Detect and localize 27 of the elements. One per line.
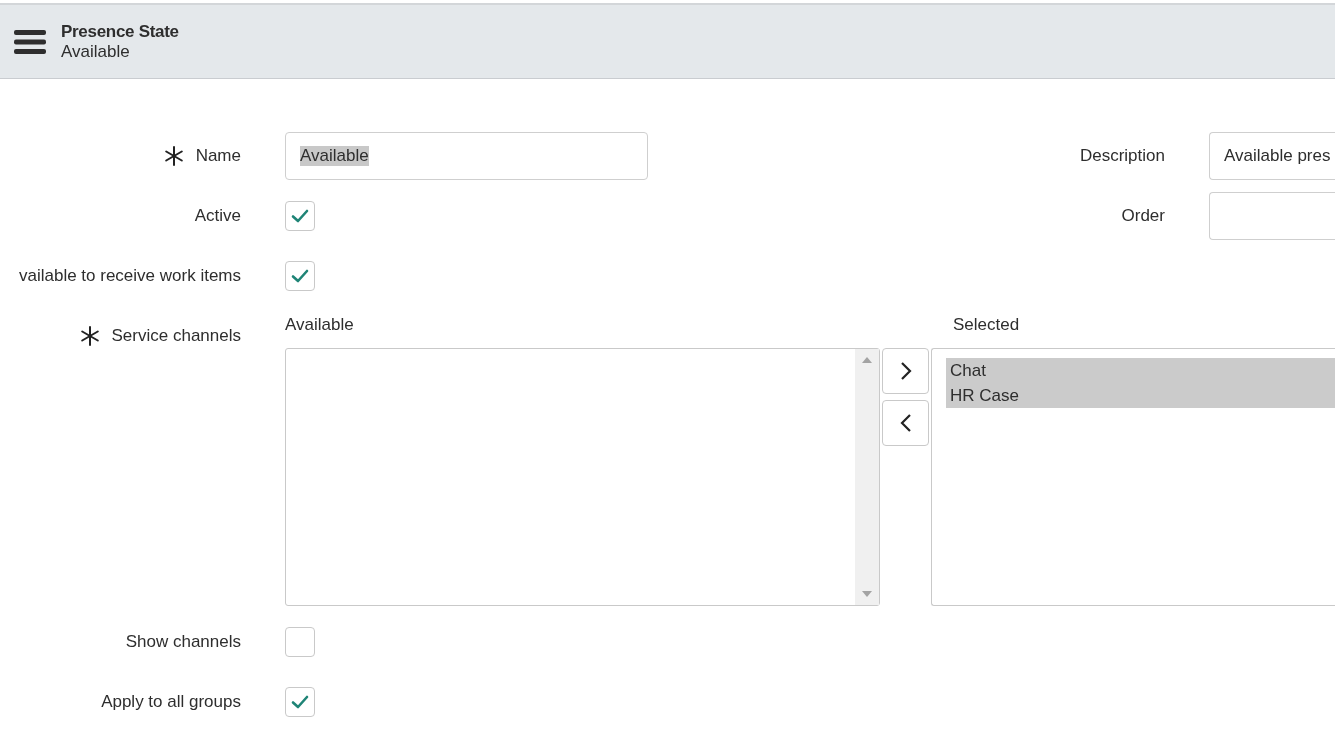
field-label: Apply to all groups <box>101 692 241 712</box>
list-item[interactable]: Chat <box>946 358 1335 383</box>
field-label: Service channels <box>111 326 241 346</box>
chevron-left-icon <box>899 413 912 433</box>
field-label: Name <box>195 146 241 166</box>
order-input-field[interactable] <box>1209 192 1335 240</box>
description-input-field[interactable]: Available pres <box>1209 132 1335 180</box>
field-label: vailable to receive work items <box>18 266 241 286</box>
selected-list[interactable]: Chat HR Case <box>931 348 1335 606</box>
remove-button[interactable] <box>882 400 929 446</box>
field-label: Active <box>194 206 241 226</box>
checkbox[interactable] <box>285 261 315 291</box>
menu-icon[interactable] <box>14 28 46 55</box>
chevron-right-icon <box>899 361 912 381</box>
record-title: Presence State <box>61 21 179 42</box>
field-label: Show channels <box>125 632 241 652</box>
name-input-field[interactable]: Available <box>285 132 648 180</box>
list-heading: Available <box>285 314 355 336</box>
add-button[interactable] <box>882 348 929 394</box>
list-item[interactable]: HR Case <box>946 383 1335 408</box>
record-subtitle: Available <box>61 41 131 62</box>
field-label: Description <box>1079 146 1165 166</box>
field-label: Order <box>1121 206 1165 226</box>
checkbox[interactable] <box>285 627 315 657</box>
checkbox[interactable] <box>285 201 315 231</box>
list-heading: Selected <box>952 314 1021 336</box>
checkbox[interactable] <box>285 687 315 717</box>
